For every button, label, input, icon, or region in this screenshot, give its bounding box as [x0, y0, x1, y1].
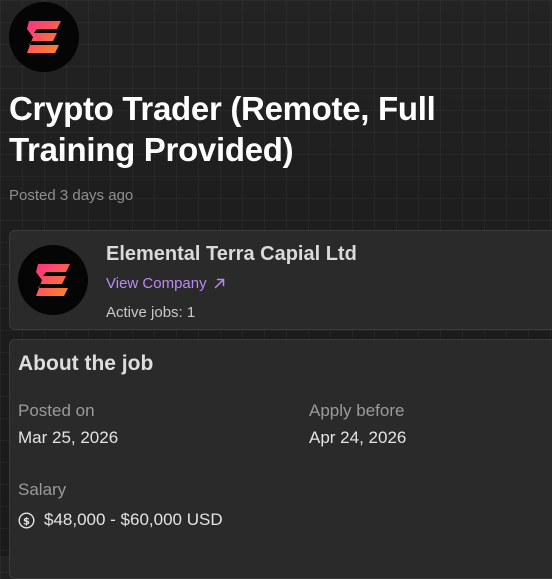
view-company-label: View Company [106, 275, 207, 292]
dollar-circle-icon: $ [18, 511, 35, 529]
company-card: Elemental Terra Capial Ltd View Company … [9, 230, 552, 330]
view-company-link[interactable]: View Company [106, 275, 225, 292]
apply-before-label: Apply before [309, 401, 405, 420]
posted-ago: Posted 3 days ago [9, 187, 134, 204]
company-name[interactable]: Elemental Terra Capial Ltd [106, 243, 357, 266]
about-job-card: About the job Posted on Mar 25, 2026 App… [9, 339, 552, 579]
svg-text:$: $ [23, 516, 30, 527]
posted-on-label: Posted on [18, 401, 95, 420]
external-link-arrow-icon [214, 278, 225, 289]
salary-label: Salary [18, 480, 67, 499]
active-jobs-count: Active jobs: 1 [106, 304, 196, 321]
salary-row: $ $48,000 - $60,000 USD [18, 510, 223, 530]
about-job-heading: About the job [18, 352, 154, 375]
company-logo-icon[interactable] [9, 2, 79, 72]
company-logo-icon[interactable] [18, 245, 88, 315]
salary-value: $48,000 - $60,000 USD [44, 510, 223, 529]
job-title: Crypto Trader (Remote, Full Training Pro… [9, 90, 436, 168]
posted-on-value: Mar 25, 2026 [18, 428, 119, 447]
apply-before-value: Apr 24, 2026 [309, 428, 407, 447]
